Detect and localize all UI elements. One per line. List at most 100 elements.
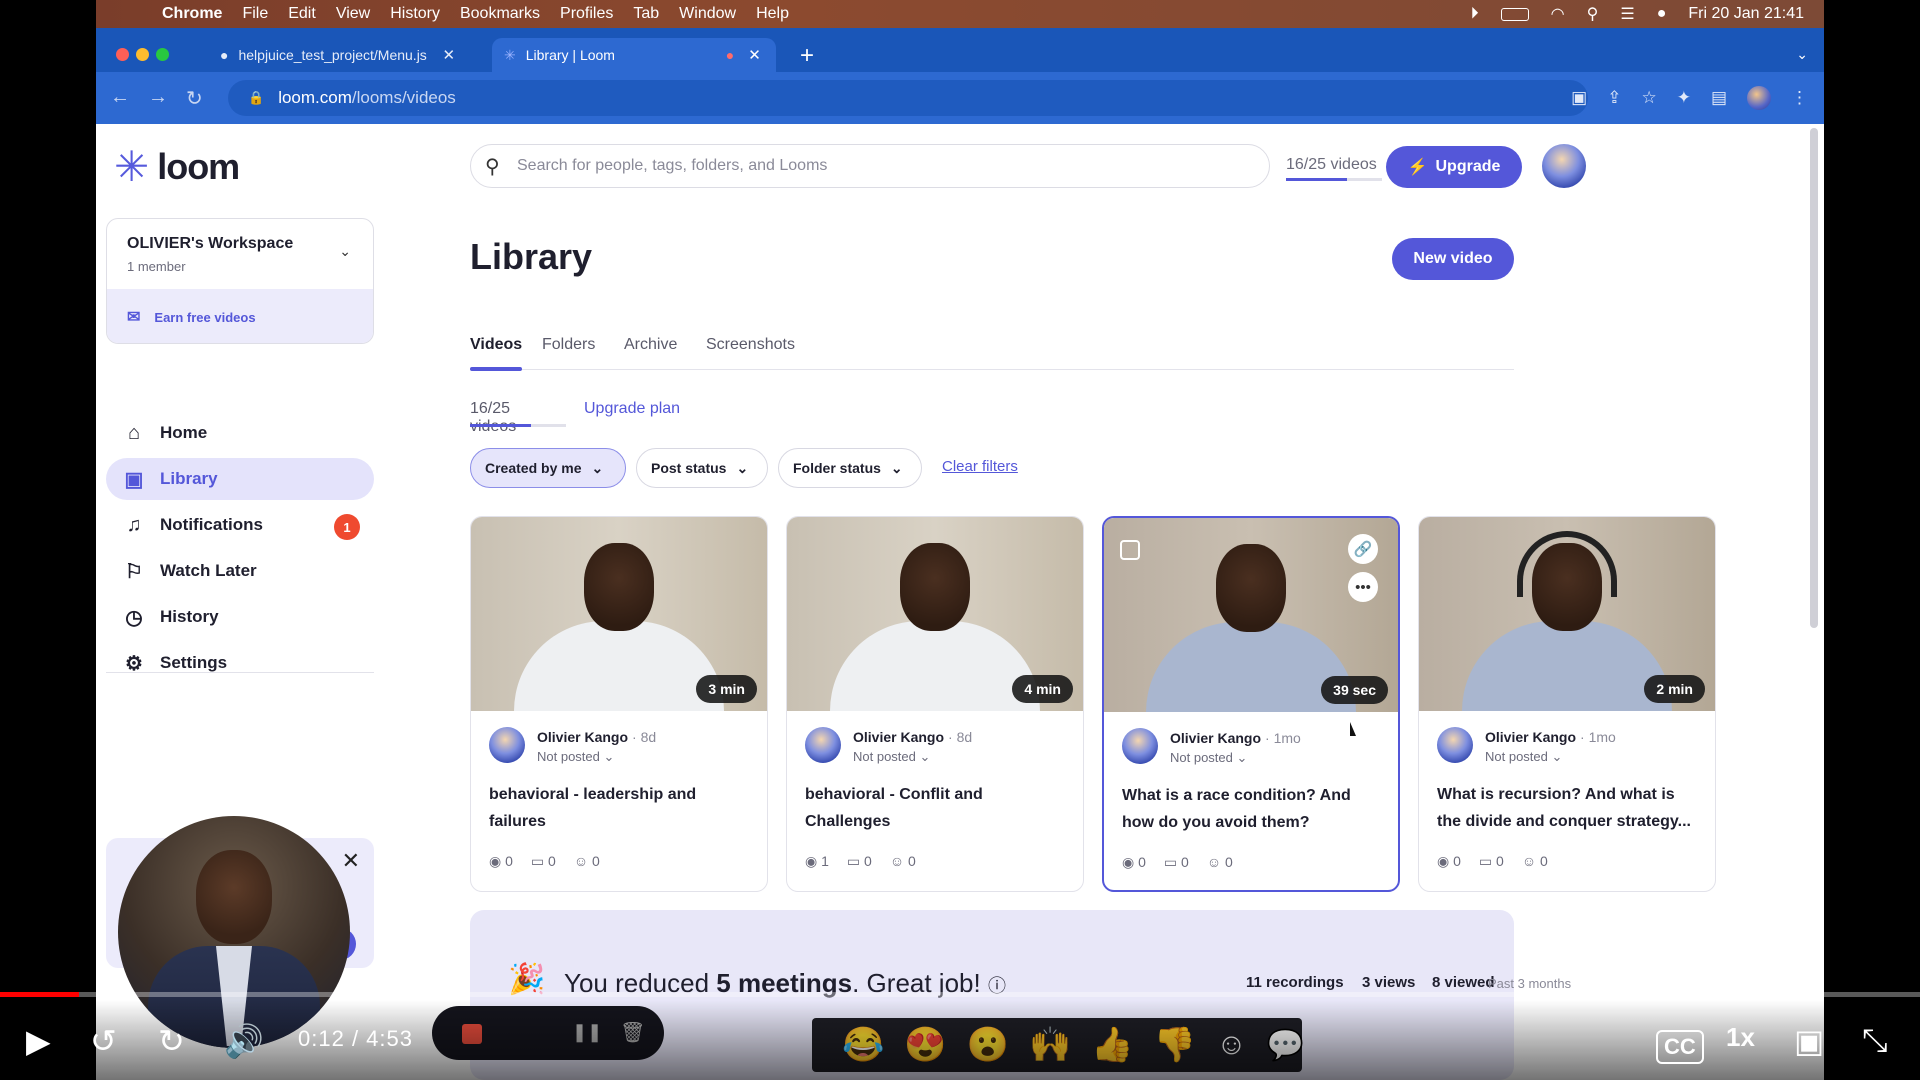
video-card[interactable]: 3 min Olivier Kango · 8d Not posted ⌄ beh…: [470, 516, 768, 892]
sidebar-item-home[interactable]: ⌂ Home: [106, 412, 374, 454]
forward-icon[interactable]: →: [148, 86, 168, 109]
video-title[interactable]: behavioral - leadership and failures: [489, 781, 753, 835]
captions-icon[interactable]: CC: [1656, 1030, 1704, 1064]
spotlight-icon[interactable]: ⚲: [1587, 4, 1599, 24]
video-thumbnail[interactable]: 2 min: [1419, 517, 1715, 711]
loom-logo[interactable]: ✳ loom: [114, 146, 240, 188]
play-status-icon[interactable]: ⏵: [1471, 5, 1479, 23]
close-icon[interactable]: ✕: [342, 848, 360, 874]
picture-in-picture-icon[interactable]: ▣: [1794, 1022, 1824, 1060]
filter-post-status[interactable]: Post status ⌄: [636, 448, 768, 488]
rewind-5-icon[interactable]: ↺: [90, 1022, 117, 1060]
sidebar-item-watch-later[interactable]: ⚐ Watch Later: [106, 550, 374, 592]
tab-github[interactable]: ● helpjuice_test_project/Menu.js ✕: [208, 38, 468, 72]
tab-archive[interactable]: Archive: [624, 336, 677, 354]
reload-icon[interactable]: ↻: [186, 86, 203, 111]
close-tab-icon[interactable]: ✕: [442, 46, 455, 64]
sidebar-item-history[interactable]: ◷ History: [106, 596, 374, 638]
new-tab-icon[interactable]: +: [800, 42, 814, 70]
close-window-icon[interactable]: [116, 48, 129, 61]
menu-profiles[interactable]: Profiles: [560, 5, 613, 23]
earn-free-label: Earn free videos: [154, 309, 256, 325]
upgrade-plan-link[interactable]: Upgrade plan: [584, 400, 680, 418]
sidebar-item-library[interactable]: ▣ Library: [106, 458, 374, 500]
tab-screenshots[interactable]: Screenshots: [706, 336, 795, 354]
eye-icon: ◉: [489, 853, 502, 869]
post-status-dropdown[interactable]: Not posted ⌄: [537, 749, 614, 765]
video-title[interactable]: behavioral - Conflit and Challenges: [805, 781, 1069, 835]
menu-bookmarks[interactable]: Bookmarks: [460, 5, 540, 23]
copy-link-icon[interactable]: 🔗: [1348, 534, 1378, 564]
menu-tab[interactable]: Tab: [633, 5, 659, 23]
user-avatar[interactable]: [1542, 144, 1586, 188]
post-status-dropdown[interactable]: Not posted ⌄: [1170, 750, 1247, 766]
video-card[interactable]: 🔗 ••• 39 sec Olivier Kango · 1mo Not post…: [1102, 516, 1400, 892]
page-scrollbar[interactable]: [1810, 128, 1818, 628]
loom-page: ✳ loom OLIVIER's Workspace 1 member ⌄ ✉ …: [96, 124, 1824, 1080]
menu-clock[interactable]: Fri 20 Jan 21:41: [1688, 5, 1804, 23]
post-status-dropdown[interactable]: Not posted ⌄: [853, 749, 930, 765]
menu-history[interactable]: History: [390, 5, 440, 23]
extensions-icon[interactable]: ✦: [1677, 88, 1691, 108]
more-options-icon[interactable]: •••: [1348, 572, 1378, 602]
menu-window[interactable]: Window: [679, 5, 736, 23]
new-video-button[interactable]: New video: [1392, 238, 1514, 280]
menu-file[interactable]: File: [242, 5, 268, 23]
profile-avatar[interactable]: [1747, 86, 1771, 110]
mac-menu-bar: Chrome File Edit View History Bookmarks …: [96, 0, 1824, 28]
minimize-window-icon[interactable]: [136, 48, 149, 61]
close-tab-icon[interactable]: ✕: [748, 46, 761, 64]
upgrade-button[interactable]: ⚡ Upgrade: [1386, 146, 1522, 188]
menu-help[interactable]: Help: [756, 5, 789, 23]
siri-icon[interactable]: ●: [1657, 5, 1667, 23]
video-player[interactable]: Chrome File Edit View History Bookmarks …: [0, 0, 1920, 1080]
chevron-down-icon[interactable]: ⌄: [339, 243, 351, 260]
side-panel-icon[interactable]: ▤: [1711, 88, 1727, 108]
star-icon[interactable]: ☆: [1641, 88, 1656, 108]
play-icon[interactable]: ▶: [26, 1022, 51, 1060]
post-status-dropdown[interactable]: Not posted ⌄: [1485, 749, 1562, 765]
exit-fullscreen-icon[interactable]: ⤡: [1862, 1022, 1888, 1060]
tab-folders[interactable]: Folders: [542, 336, 595, 354]
menu-app[interactable]: Chrome: [162, 5, 222, 23]
video-thumbnail[interactable]: 3 min: [471, 517, 767, 711]
zoom-window-icon[interactable]: [156, 48, 169, 61]
tab-loom-library[interactable]: ✳ Library | Loom ● ✕: [492, 38, 776, 72]
filter-folder-status[interactable]: Folder status ⌄: [778, 448, 922, 488]
back-icon[interactable]: ←: [110, 86, 130, 109]
seek-bar[interactable]: [0, 992, 1920, 997]
lock-icon[interactable]: 🔒: [248, 90, 264, 106]
search-input[interactable]: ⚲ Search for people, tags, folders, and …: [470, 144, 1270, 188]
wifi-icon[interactable]: ◠: [1551, 4, 1565, 24]
video-thumbnail[interactable]: 🔗 ••• 39 sec: [1104, 518, 1398, 712]
clear-filters-link[interactable]: Clear filters: [942, 458, 1018, 475]
playback-rate-button[interactable]: 1x: [1726, 1022, 1755, 1053]
earn-free-videos-link[interactable]: ✉ Earn free videos: [107, 289, 373, 343]
filter-created-by-me[interactable]: Created by me ⌄: [470, 448, 626, 488]
battery-icon[interactable]: [1500, 7, 1529, 21]
video-title[interactable]: What is recursion? And what is the divid…: [1437, 781, 1701, 835]
video-quota[interactable]: 16/25 videos: [1286, 156, 1377, 174]
views-count: 1: [821, 853, 829, 869]
tab-videos[interactable]: Videos: [470, 336, 522, 354]
video-thumbnail[interactable]: 4 min: [787, 517, 1083, 711]
chevron-down-icon: ⌄: [919, 749, 931, 764]
more-menu-icon[interactable]: ⋮: [1791, 88, 1808, 108]
forward-5-icon[interactable]: ↻: [158, 1022, 185, 1060]
address-bar[interactable]: 🔒 loom.com/looms/videos: [228, 80, 1588, 116]
video-title[interactable]: What is a race condition? And how do you…: [1122, 782, 1386, 836]
select-checkbox[interactable]: [1120, 540, 1140, 560]
views-count: 0: [505, 853, 513, 869]
control-center-icon[interactable]: ☰: [1620, 4, 1634, 24]
video-card[interactable]: 2 min Olivier Kango · 1mo Not posted ⌄ Wh…: [1418, 516, 1716, 892]
menu-view[interactable]: View: [336, 5, 370, 23]
video-card[interactable]: 4 min Olivier Kango · 8d Not posted ⌄ beh…: [786, 516, 1084, 892]
share-icon[interactable]: ⇪: [1607, 88, 1621, 108]
camera-icon[interactable]: ▣: [1571, 88, 1587, 108]
tab-search-icon[interactable]: ⌄: [1796, 46, 1808, 63]
menu-edit[interactable]: Edit: [288, 5, 316, 23]
sidebar-item-settings[interactable]: ⚙ Settings: [106, 642, 374, 684]
volume-icon[interactable]: 🔊: [224, 1022, 264, 1060]
workspace-switcher[interactable]: OLIVIER's Workspace 1 member ⌄ ✉ Earn fr…: [106, 218, 374, 344]
sidebar-item-notifications[interactable]: ♫ Notifications 1: [106, 504, 374, 546]
